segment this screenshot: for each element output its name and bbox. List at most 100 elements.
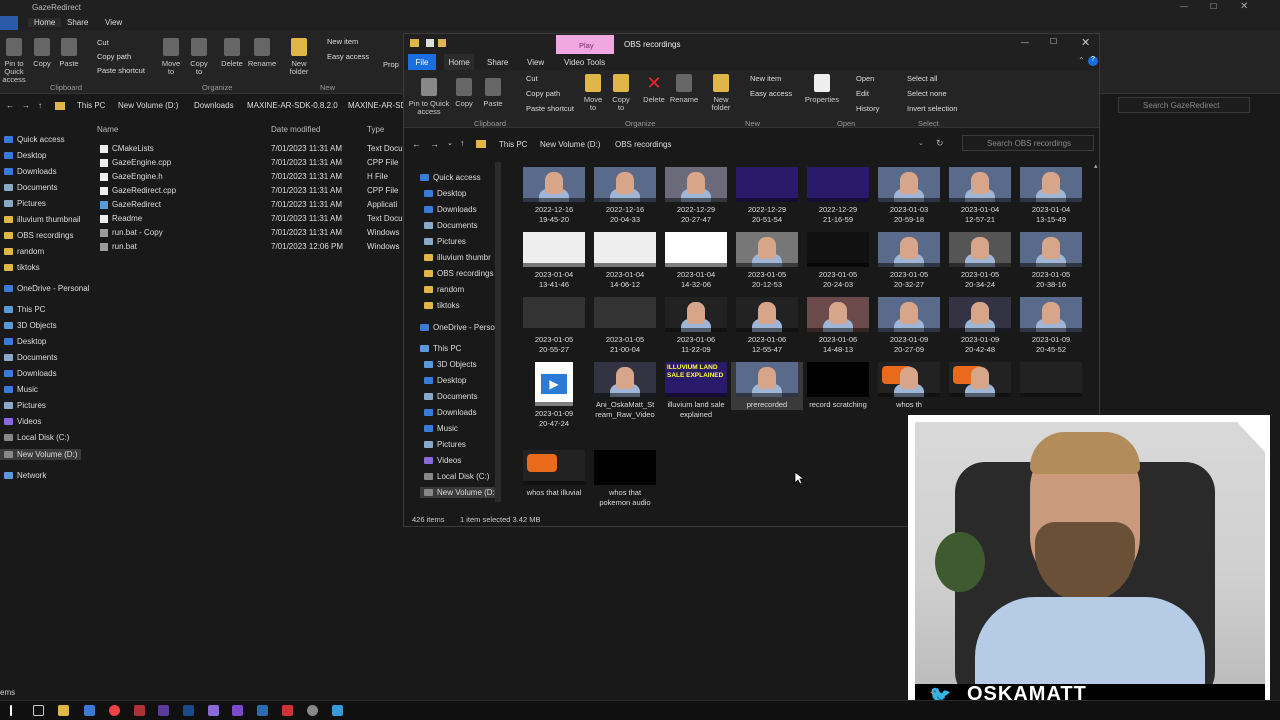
list-item[interactable]: 2023-01-09 20-27-09 (873, 297, 945, 355)
nav-random[interactable]: random (424, 285, 464, 294)
search-icon[interactable] (33, 705, 44, 716)
bg-nav-tiktoks[interactable]: tiktoks (4, 263, 40, 272)
bg-path-volume[interactable]: New Volume (D:) (118, 101, 178, 110)
cut-button[interactable]: Cut (526, 74, 538, 83)
bg-nav-network[interactable]: Network (4, 471, 46, 480)
bg-path-this-pc[interactable]: This PC (77, 101, 105, 110)
list-item[interactable]: 2023-01-04 12-57-21 (944, 167, 1016, 225)
list-item[interactable]: 2023-01-05 20-32-27 (873, 232, 945, 290)
nav-quick-access[interactable]: Quick access (420, 173, 481, 182)
list-item[interactable]: Ani_OskaMatt_St ream_Raw_Video (589, 362, 661, 420)
bg-easy-access-button[interactable]: Easy access (327, 52, 369, 61)
minimize-icon[interactable]: — (1021, 38, 1029, 47)
nav-local-disk[interactable]: Local Disk (C:) (424, 472, 489, 481)
nav-videos[interactable]: Videos (424, 456, 461, 465)
list-item[interactable]: whos that illuvial (518, 450, 590, 498)
chrome-icon[interactable] (109, 705, 120, 716)
pin-quick-access-button[interactable]: Pin to Quick access (408, 78, 450, 116)
bg-tab-share[interactable]: Share (67, 18, 88, 27)
app-icon-3[interactable] (232, 705, 243, 716)
path-this-pc[interactable]: This PC (499, 140, 527, 149)
new-item-button[interactable]: New item (750, 74, 781, 83)
tab-play[interactable]: Play (579, 41, 594, 50)
bg-pin-button[interactable]: Pin to Quick access (0, 38, 28, 84)
bg-paste-shortcut-button[interactable]: Paste shortcut (97, 66, 145, 75)
bg-copy-button[interactable]: Copy (32, 38, 52, 68)
maximize-icon[interactable]: ☐ (1210, 2, 1217, 11)
bg-nav-new-volume[interactable]: New Volume (D:) (0, 449, 82, 460)
nav-illuvium[interactable]: illuvium thumbr (424, 253, 491, 262)
refresh-icon[interactable]: ↻ (936, 138, 944, 149)
bg-nav-3d-objects[interactable]: 3D Objects (4, 321, 57, 330)
bg-rename-button[interactable]: Rename (246, 38, 278, 68)
bg-delete-button[interactable]: Delete (218, 38, 246, 68)
path-new-volume[interactable]: New Volume (D:) (540, 140, 600, 149)
list-item[interactable]: 2023-01-04 13-41-46 (518, 232, 590, 290)
bg-tab-view[interactable]: View (105, 18, 122, 27)
new-folder-icon[interactable] (438, 39, 446, 47)
new-folder-button[interactable]: New folder (707, 74, 735, 112)
delete-button[interactable]: ✕ Delete (640, 74, 668, 104)
address-dropdown-icon[interactable]: ⌄ (918, 139, 924, 147)
forward-icon[interactable]: → (22, 101, 30, 110)
copy-path-button[interactable]: Copy path (526, 89, 560, 98)
paste-shortcut-button[interactable]: Paste shortcut (526, 104, 574, 113)
tab-home[interactable]: Home (444, 54, 474, 70)
app-icon-5[interactable] (282, 705, 293, 716)
up-icon[interactable]: ↑ (38, 101, 42, 110)
bg-nav-obs[interactable]: OBS recordings (4, 231, 73, 240)
list-item[interactable]: 2023-01-04 14-06-12 (589, 232, 661, 290)
app-icon-2[interactable] (208, 705, 219, 716)
nav-onedrive[interactable]: OneDrive - Persor (420, 323, 497, 332)
bg-nav-downloads[interactable]: Downloads (4, 167, 57, 176)
paste-button[interactable]: Paste (482, 78, 504, 108)
nav-music[interactable]: Music (424, 424, 458, 433)
close-icon[interactable]: ✕ (1240, 1, 1248, 12)
tab-file[interactable]: File (408, 54, 436, 70)
bg-col-date[interactable]: Date modified (271, 125, 320, 134)
bg-copy-to-button[interactable]: Copy to (188, 38, 210, 76)
bg-nav-music[interactable]: Music (4, 385, 38, 394)
bg-path-sdk[interactable]: MAXINE-AR-SDK-0.8.2.0 (247, 101, 338, 110)
list-item[interactable]: 2023-01-03 20-59-18 (873, 167, 945, 225)
help-icon[interactable]: ? (1088, 56, 1098, 66)
list-item[interactable]: 2023-01-05 20-38-16 (1015, 232, 1087, 290)
bg-nav-videos[interactable]: Videos (4, 417, 41, 426)
bg-path-sd[interactable]: MAXINE-AR-SD (348, 101, 406, 110)
bg-nav-desktop-2[interactable]: Desktop (4, 337, 46, 346)
bg-properties-button[interactable]: Prop (383, 60, 399, 69)
bg-nav-random[interactable]: random (4, 247, 44, 256)
select-none-button[interactable]: Select none (907, 89, 947, 98)
nav-scrollbar[interactable] (495, 162, 501, 502)
bg-nav-onedrive[interactable]: OneDrive - Personal (4, 284, 89, 293)
bg-nav-desktop[interactable]: Desktop (4, 151, 46, 160)
list-item[interactable] (1015, 362, 1087, 400)
list-item[interactable]: whos th (873, 362, 945, 410)
app-icon-6[interactable] (332, 705, 343, 716)
bg-nav-this-pc[interactable]: This PC (4, 305, 45, 314)
nav-obs-recordings[interactable]: OBS recordings (424, 269, 493, 278)
list-item[interactable]: 2023-01-05 20-12-53 (731, 232, 803, 290)
list-item[interactable]: ILLUVIUM LAND SALE EXPLAINED illuvium lan… (660, 362, 732, 420)
save-icon[interactable] (426, 39, 434, 47)
tab-share[interactable]: Share (487, 58, 508, 67)
list-item[interactable]: 2022-12-29 20-51-54 (731, 167, 803, 225)
photoshop-icon[interactable] (183, 705, 194, 716)
nav-3d-objects[interactable]: 3D Objects (424, 360, 477, 369)
list-item[interactable]: 2022-12-16 20-04-33 (589, 167, 661, 225)
nav-downloads-2[interactable]: Downloads (424, 408, 477, 417)
maximize-icon[interactable]: ☐ (1050, 37, 1057, 46)
bg-nav-illuvium[interactable]: illuvium thumbnail (4, 215, 81, 224)
nav-pictures[interactable]: Pictures (424, 237, 466, 246)
list-item[interactable]: 2023-01-09 20-45-52 (1015, 297, 1087, 355)
list-item[interactable]: ▶ 2023-01-09 20-47-24 (518, 362, 590, 429)
bg-tab-home[interactable]: Home (28, 18, 62, 27)
list-item[interactable]: 2023-01-05 20-55-27 (518, 297, 590, 355)
bg-tab-file[interactable] (0, 16, 18, 30)
bg-nav-pictures-2[interactable]: Pictures (4, 401, 46, 410)
chevron-up-icon[interactable]: ⌃ (1078, 56, 1085, 65)
nav-tiktoks[interactable]: tiktoks (424, 301, 460, 310)
list-item[interactable]: prerecorded (731, 362, 803, 410)
easy-access-button[interactable]: Easy access (750, 89, 792, 98)
chevron-down-icon[interactable]: ⌄ (447, 139, 453, 147)
